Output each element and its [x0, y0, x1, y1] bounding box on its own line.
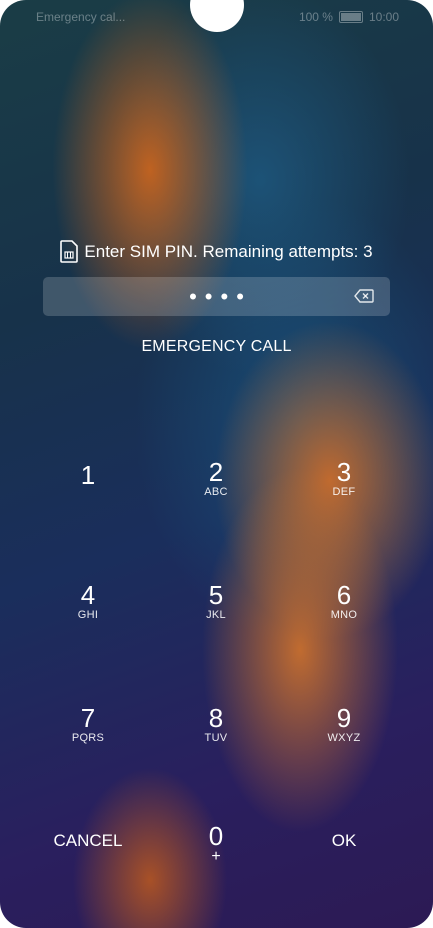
key-3[interactable]: 3 DEF: [289, 458, 399, 518]
key-letters: GHI: [77, 609, 99, 621]
key-digit: 9: [336, 703, 352, 733]
clock: 10:00: [368, 10, 399, 24]
sim-card-icon: [60, 240, 79, 263]
key-8[interactable]: 8 TUV: [161, 704, 271, 764]
key-2[interactable]: 2 ABC: [161, 458, 271, 518]
sim-pin-prompt: Enter SIM PIN. Remaining attempts: 3: [0, 240, 433, 263]
status-bar: Emergency cal... 100 % 10:00: [0, 8, 433, 28]
key-letters: TUV: [204, 732, 228, 744]
key-digit: 3: [336, 457, 352, 487]
key-5[interactable]: 5 JKL: [161, 581, 271, 641]
status-carrier-text: Emergency cal...: [36, 10, 126, 24]
pin-input[interactable]: ••••: [43, 277, 390, 316]
ok-button[interactable]: OK: [284, 826, 404, 856]
key-digit: 6: [336, 580, 352, 610]
sim-prompt-text: Enter SIM PIN. Remaining attempts: 3: [84, 241, 373, 261]
key-letters: ABC: [204, 486, 228, 498]
battery-icon: [338, 11, 363, 23]
key-6[interactable]: 6 MNO: [289, 581, 399, 641]
key-1[interactable]: 1: [33, 455, 143, 515]
key-digit: 1: [80, 460, 96, 490]
key-digit: 5: [208, 580, 224, 610]
status-right-group: 100 % 10:00: [299, 10, 399, 24]
key-0[interactable]: 0 +: [161, 822, 271, 882]
cancel-button[interactable]: CANCEL: [28, 826, 148, 856]
key-digit: 7: [80, 703, 96, 733]
battery-percent: 100 %: [298, 10, 333, 24]
lock-screen: Emergency cal... 100 % 10:00 Enter SIM P…: [0, 0, 433, 928]
key-digit: 8: [208, 703, 224, 733]
emergency-call-button[interactable]: EMERGENCY CALL: [0, 338, 433, 356]
key-digit: 2: [208, 457, 224, 487]
key-letters: PQRS: [71, 732, 105, 744]
key-letters: WXYZ: [327, 732, 361, 744]
key-9[interactable]: 9 WXYZ: [289, 704, 399, 764]
key-letters: MNO: [330, 609, 358, 621]
key-letters: JKL: [206, 609, 226, 621]
backspace-icon[interactable]: [354, 289, 374, 303]
key-letters: DEF: [332, 486, 356, 498]
pin-masked-value: ••••: [189, 284, 252, 309]
key-digit: 4: [80, 580, 96, 610]
key-digit: 0: [208, 821, 224, 851]
key-letters: +: [211, 848, 221, 865]
key-4[interactable]: 4 GHI: [33, 581, 143, 641]
key-7[interactable]: 7 PQRS: [33, 704, 143, 764]
